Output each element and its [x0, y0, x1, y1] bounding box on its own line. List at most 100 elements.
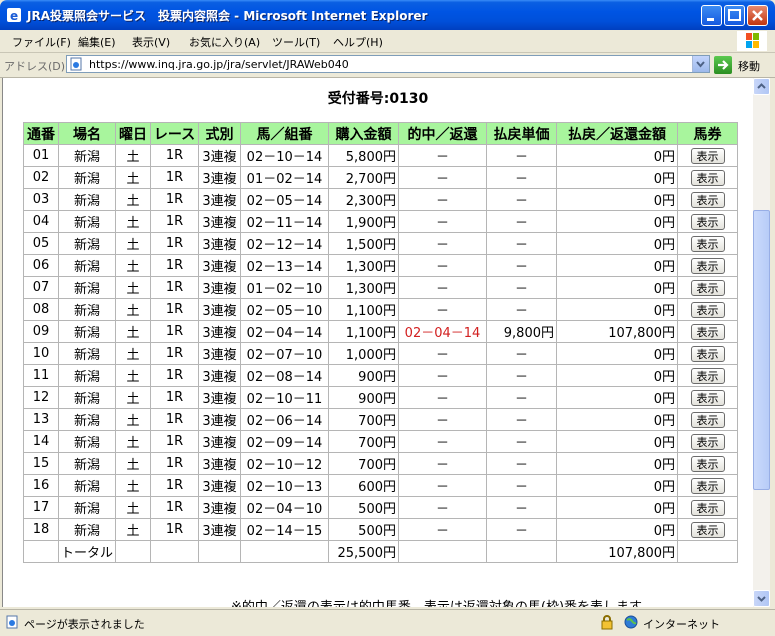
payout-amount-cell: 0円	[556, 276, 678, 299]
race-cell: 1R	[150, 166, 199, 189]
day-cell: 土	[115, 496, 151, 519]
empty-cell	[23, 540, 59, 563]
payout-unit-cell: －	[486, 496, 557, 519]
show-ticket-button[interactable]: 表示	[690, 279, 725, 296]
chevron-down-icon	[696, 61, 705, 68]
empty-cell	[398, 540, 487, 563]
hit-refund-cell: －	[398, 430, 487, 453]
show-ticket-button[interactable]: 表示	[690, 433, 725, 450]
scroll-thumb[interactable]	[753, 210, 770, 490]
show-ticket-button[interactable]: 表示	[690, 257, 725, 274]
table-row: 01 新潟土 1R 3連複 02－10－14 5,800円－－ 0円 表示	[23, 144, 738, 167]
menu-edit[interactable]: 編集(E)	[78, 34, 116, 50]
address-dropdown-button[interactable]	[692, 56, 709, 72]
scroll-up-button[interactable]	[753, 78, 770, 95]
payout-amount-cell: 0円	[556, 430, 678, 453]
purchase-amount-cell: 5,800円	[328, 144, 399, 167]
show-ticket-button[interactable]: 表示	[690, 455, 725, 472]
show-ticket-button[interactable]: 表示	[690, 323, 725, 340]
menu-view[interactable]: 表示(V)	[132, 34, 170, 50]
bet-type-cell: 3連複	[198, 254, 241, 277]
show-ticket-button[interactable]: 表示	[690, 301, 725, 318]
venue-cell: 新潟	[58, 188, 116, 211]
show-ticket-button[interactable]: 表示	[690, 411, 725, 428]
menu-help[interactable]: ヘルプ(H)	[333, 34, 383, 50]
show-ticket-button[interactable]: 表示	[690, 191, 725, 208]
combination-cell: 02－07－10	[240, 342, 329, 365]
payout-amount-cell: 0円	[556, 298, 678, 321]
payout-amount-cell: 0円	[556, 342, 678, 365]
minimize-button[interactable]	[701, 5, 722, 26]
bet-type-cell: 3連複	[198, 496, 241, 519]
scroll-down-button[interactable]	[753, 590, 770, 607]
payout-amount-cell: 0円	[556, 408, 678, 431]
table-row: 04 新潟土 1R 3連複 02－11－14 1,900円－－ 0円 表示	[23, 210, 738, 233]
hit-refund-cell: 02－04－14	[398, 320, 487, 343]
show-ticket-button[interactable]: 表示	[690, 367, 725, 384]
hit-refund-cell: －	[398, 386, 487, 409]
go-label[interactable]: 移動	[738, 58, 760, 74]
ticket-cell: 表示	[677, 144, 738, 167]
hit-refund-cell: －	[398, 144, 487, 167]
lock-icon	[601, 615, 613, 630]
receipt-value: 0130	[389, 91, 429, 107]
hit-refund-cell: －	[398, 496, 487, 519]
race-cell: 1R	[150, 232, 199, 255]
serial-cell: 10	[23, 342, 59, 365]
show-ticket-button[interactable]: 表示	[690, 389, 725, 406]
menu-file[interactable]: ファイル(F)	[12, 34, 71, 50]
day-cell: 土	[115, 364, 151, 387]
vertical-scrollbar[interactable]	[753, 78, 770, 607]
purchase-amount-cell: 900円	[328, 386, 399, 409]
show-ticket-button[interactable]: 表示	[690, 235, 725, 252]
hit-refund-cell: －	[398, 166, 487, 189]
serial-cell: 03	[23, 188, 59, 211]
payout-unit-cell: －	[486, 166, 557, 189]
payout-unit-cell: －	[486, 188, 557, 211]
close-button[interactable]	[747, 5, 768, 26]
ticket-cell: 表示	[677, 254, 738, 277]
show-ticket-button[interactable]: 表示	[690, 521, 725, 538]
race-cell: 1R	[150, 452, 199, 475]
combination-cell: 02－11－14	[240, 210, 329, 233]
race-cell: 1R	[150, 254, 199, 277]
payout-unit-cell: －	[486, 474, 557, 497]
minimize-icon	[707, 18, 714, 21]
address-input[interactable]: https://www.inq.jra.go.jp/jra/servlet/JR…	[66, 55, 710, 73]
serial-cell: 16	[23, 474, 59, 497]
maximize-button[interactable]	[724, 5, 745, 26]
serial-cell: 18	[23, 518, 59, 541]
ie-icon: e	[7, 8, 21, 23]
show-ticket-button[interactable]: 表示	[690, 499, 725, 516]
table-row: 06 新潟土 1R 3連複 02－13－14 1,300円－－ 0円 表示	[23, 254, 738, 277]
footnote: ※的中／返還の表示は的中馬番、表示は返還対象の馬(枠)番を表します	[231, 596, 642, 607]
show-ticket-button[interactable]: 表示	[690, 477, 725, 494]
race-cell: 1R	[150, 320, 199, 343]
serial-cell: 13	[23, 408, 59, 431]
table-row: 15 新潟土 1R 3連複 02－10－12 700円－－ 0円 表示	[23, 452, 738, 475]
ticket-cell: 表示	[677, 188, 738, 211]
day-cell: 土	[115, 232, 151, 255]
chevron-up-icon	[757, 83, 766, 89]
go-button[interactable]	[714, 56, 732, 74]
menu-tools[interactable]: ツール(T)	[272, 34, 320, 50]
ticket-cell: 表示	[677, 518, 738, 541]
column-header: 場名	[58, 122, 116, 145]
show-ticket-button[interactable]: 表示	[690, 147, 725, 164]
hit-refund-cell: －	[398, 188, 487, 211]
security-zone: インターネット	[643, 618, 720, 631]
total-payout-amount: 107,800円	[556, 540, 678, 563]
combination-cell: 01－02－10	[240, 276, 329, 299]
ticket-cell: 表示	[677, 298, 738, 321]
show-ticket-button[interactable]: 表示	[690, 213, 725, 230]
payout-unit-cell: －	[486, 408, 557, 431]
page-content: 受付番号:0130 通番 場名 曜日 レース 式別 馬／組番 購入金額 的中／返還 払戻単価 払戻…	[2, 78, 753, 607]
purchase-amount-cell: 700円	[328, 408, 399, 431]
receipt-label: 受付番号:	[327, 91, 390, 107]
show-ticket-button[interactable]: 表示	[690, 345, 725, 362]
race-cell: 1R	[150, 474, 199, 497]
menu-favorites[interactable]: お気に入り(A)	[189, 34, 260, 50]
menu-bar: ファイル(F) 編集(E) 表示(V) お気に入り(A) ツール(T) ヘルプ(…	[0, 30, 775, 53]
venue-cell: 新潟	[58, 408, 116, 431]
show-ticket-button[interactable]: 表示	[690, 169, 725, 186]
